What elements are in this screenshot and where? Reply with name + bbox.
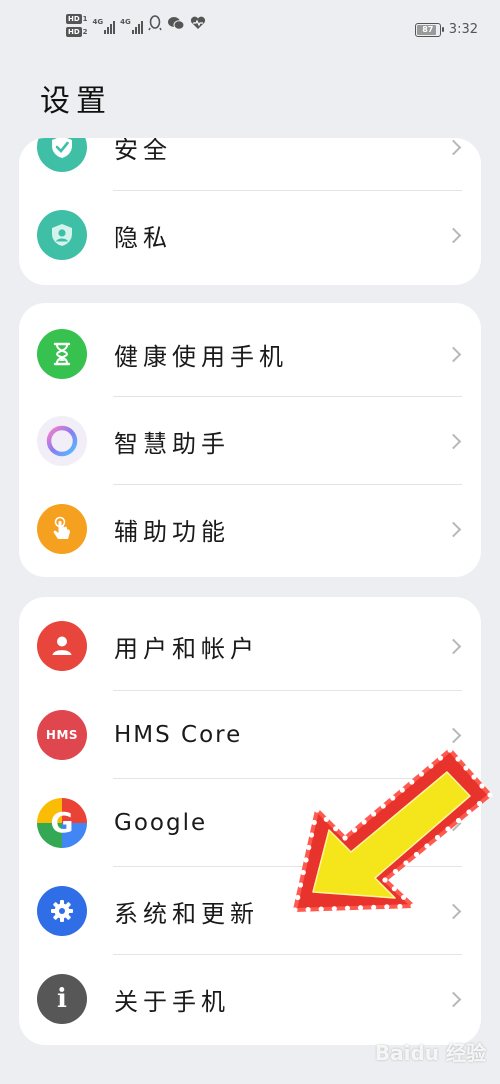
chevron-right-icon	[445, 139, 462, 155]
settings-item-label: 用户和帐户	[114, 634, 259, 663]
settings-item-label: 安全	[114, 138, 172, 164]
hourglass-icon	[37, 329, 87, 379]
settings-item-label: 智慧助手	[114, 429, 230, 458]
shield-check-icon	[37, 138, 87, 172]
settings-item-security[interactable]: 安全	[19, 138, 481, 191]
settings-item-label: HMS Core	[114, 722, 243, 748]
settings-item-privacy[interactable]: 隐私	[19, 191, 481, 279]
wechat-icon	[167, 16, 185, 36]
settings-item-label: Google	[114, 810, 208, 836]
hd-indicators: HD 1 HD 2	[66, 14, 88, 37]
battery-icon: 87	[414, 22, 444, 37]
google-icon-letter: G	[50, 806, 74, 839]
settings-item-about-phone[interactable]: i 关于手机	[19, 955, 481, 1043]
hms-icon-text: HMS	[45, 728, 79, 742]
watermark: Baidu 经验	[374, 1041, 486, 1065]
settings-item-label: 辅助功能	[114, 517, 230, 546]
settings-card-wellbeing: 健康使用手机 智慧助手 辅助功能	[19, 303, 481, 577]
settings-item-label: 隐私	[114, 223, 172, 252]
chevron-right-icon	[445, 521, 462, 537]
settings-item-google[interactable]: G Google	[19, 779, 481, 867]
info-icon-letter: i	[57, 984, 67, 1014]
user-icon	[37, 621, 87, 671]
settings-item-label: 系统和更新	[114, 899, 259, 928]
settings-item-users-accounts[interactable]: 用户和帐户	[19, 602, 481, 690]
settings-card-security: 安全 隐私	[19, 138, 481, 285]
status-left-icons: HD 1 HD 2 4G 4G	[66, 14, 206, 37]
chevron-right-icon	[445, 903, 462, 919]
info-icon: i	[37, 974, 87, 1024]
google-icon: G	[37, 798, 87, 848]
settings-item-label: 关于手机	[114, 987, 230, 1016]
status-right: 87 3:32	[414, 22, 478, 37]
chevron-right-icon	[445, 815, 462, 831]
settings-item-label: 健康使用手机	[114, 342, 288, 371]
health-heart-icon	[190, 16, 206, 35]
settings-card-system: 用户和帐户 HMS HMS Core G Google 系统和更新 i 关于手机	[19, 597, 481, 1045]
signal-2-icon: 4G	[120, 18, 143, 34]
settings-item-system-update[interactable]: 系统和更新	[19, 867, 481, 955]
chevron-right-icon	[445, 346, 462, 362]
marquee-bulb	[487, 792, 493, 798]
gear-icon	[37, 886, 87, 936]
page-title: 设置	[40, 84, 112, 119]
hms-icon: HMS	[37, 710, 87, 760]
hd2-indicator: HD 2	[66, 27, 88, 37]
settings-item-hms-core[interactable]: HMS HMS Core	[19, 691, 481, 779]
hand-pointer-icon	[37, 504, 87, 554]
chevron-right-icon	[445, 991, 462, 1007]
battery-percent: 87	[422, 25, 434, 34]
settings-item-digital-balance[interactable]: 健康使用手机	[19, 310, 481, 398]
chevron-right-icon	[445, 433, 462, 449]
settings-item-accessibility[interactable]: 辅助功能	[19, 485, 481, 573]
qq-icon	[148, 15, 162, 36]
assistant-ring-icon	[37, 416, 87, 466]
chevron-right-icon	[445, 727, 462, 743]
clock: 3:32	[448, 22, 478, 37]
chevron-right-icon	[445, 638, 462, 654]
signal-1-icon: 4G	[93, 18, 116, 34]
status-bar: HD 1 HD 2 4G 4G 87 3:32	[0, 0, 500, 60]
chevron-right-icon	[445, 227, 462, 243]
shield-user-icon	[37, 210, 87, 260]
settings-item-smart-assistant[interactable]: 智慧助手	[19, 397, 481, 485]
hd1-indicator: HD 1	[66, 14, 88, 24]
